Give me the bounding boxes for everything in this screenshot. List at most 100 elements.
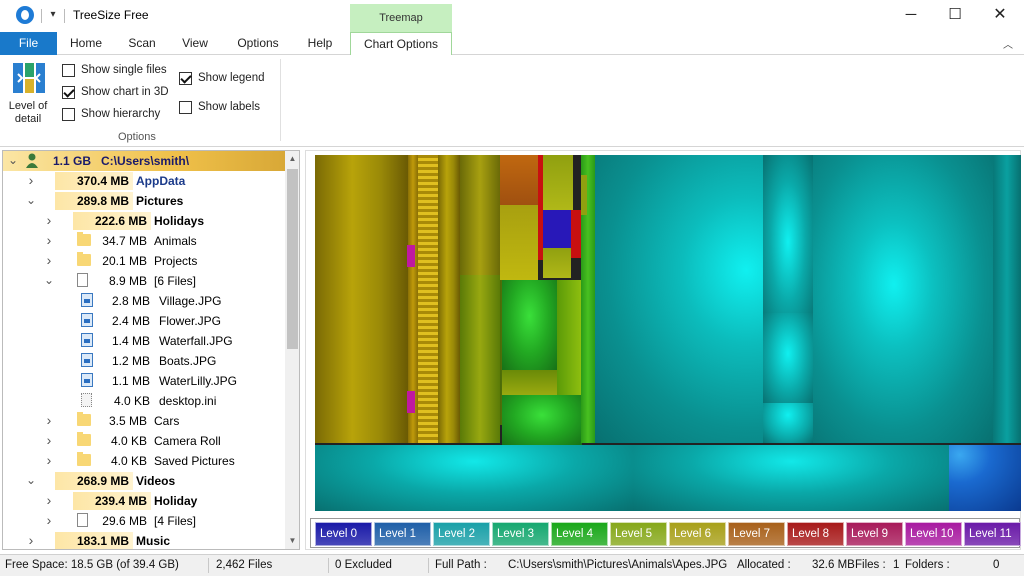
quick-access-dropdown-icon[interactable]: ▾ (46, 6, 60, 24)
scroll-up-icon[interactable]: ▲ (285, 151, 299, 167)
checkbox-box[interactable] (62, 86, 75, 99)
treemap-cell-yellow[interactable] (438, 155, 460, 325)
treemap-cell-cyan[interactable] (993, 155, 1021, 443)
treemap-cell-yellow[interactable] (500, 205, 538, 280)
tree-scrollbar[interactable]: ▲ ▼ (285, 151, 299, 549)
treemap-cell-files[interactable] (418, 155, 438, 443)
treemap-cell-yellow[interactable] (543, 155, 573, 210)
collapse-chevron-icon[interactable]: ⌄ (25, 474, 37, 486)
expand-chevron-icon[interactable]: › (25, 173, 37, 187)
treemap-cell-cyan[interactable] (633, 445, 949, 511)
legend-item: Level 11 (964, 522, 1021, 546)
treemap-cell-yellow-green[interactable] (557, 280, 582, 395)
expand-chevron-icon[interactable]: › (43, 433, 55, 447)
tree-item-size: 2.4 MB (111, 314, 150, 328)
tab-chart-options[interactable]: Chart Options (350, 32, 452, 56)
tree-item-name: Music (136, 534, 171, 548)
treemap-cell-red[interactable] (571, 210, 581, 258)
treemap-cell-cyan[interactable] (315, 445, 633, 511)
tree-row[interactable]: ⌄ 289.8 MB Pictures (3, 191, 285, 211)
collapse-chevron-icon[interactable]: ⌄ (43, 274, 55, 286)
tree-item-size: 8.9 MB (108, 274, 147, 288)
show-labels-checkbox[interactable]: Show labels (179, 99, 275, 117)
tab-file[interactable]: File (0, 32, 57, 55)
tree-row[interactable]: › 34.7 MB Animals (3, 231, 285, 251)
expand-chevron-icon[interactable]: › (25, 533, 37, 547)
image-file-icon (81, 333, 93, 347)
treemap-cell-orange[interactable] (500, 155, 538, 205)
treesize-app-icon[interactable] (16, 6, 34, 24)
treemap-cell-cyan[interactable] (763, 403, 813, 443)
tab-view[interactable]: View (172, 32, 218, 55)
checkbox-box[interactable] (179, 101, 192, 114)
treemap-cell-cyan[interactable] (763, 313, 813, 403)
checkbox-box[interactable] (62, 108, 75, 121)
expand-chevron-icon[interactable]: › (43, 493, 55, 507)
tree-row[interactable]: 1.1 MB WaterLilly.JPG (3, 371, 285, 391)
show-chart-3d-checkbox[interactable]: Show chart in 3D (62, 84, 174, 102)
expand-chevron-icon[interactable]: › (43, 253, 55, 267)
show-legend-checkbox[interactable]: Show legend (179, 70, 275, 88)
tree-row[interactable]: › 222.6 MB Holidays (3, 211, 285, 231)
treemap-cell-yellow[interactable] (460, 155, 500, 275)
tree-row[interactable]: › 239.4 MB Holiday (3, 491, 285, 511)
tab-options[interactable]: Options (228, 32, 288, 55)
treemap-cell-magenta[interactable] (407, 391, 415, 413)
treemap-cell-yellow-green[interactable] (502, 370, 557, 395)
tree-row[interactable]: 1.4 MB Waterfall.JPG (3, 331, 285, 351)
folder-tree[interactable]: ⌄ 1.1 GB C:\Users\smith\ › 370.4 MB AppData ⌄ 2… (2, 150, 300, 550)
tree-row[interactable]: › 4.0 KB Camera Roll (3, 431, 285, 451)
treemap-cell-green[interactable] (502, 395, 582, 445)
level-of-detail-button[interactable]: Level of detail (4, 59, 52, 129)
treemap-cell-blue[interactable] (949, 445, 1021, 511)
tree-item-size: 370.4 MB (76, 174, 129, 188)
expand-chevron-icon[interactable]: › (43, 453, 55, 467)
expand-chevron-icon[interactable]: › (43, 513, 55, 527)
collapse-chevron-icon[interactable]: ⌄ (25, 194, 37, 206)
minimize-button[interactable]: ─ (888, 0, 934, 30)
tree-row[interactable]: ⌄ 1.1 GB C:\Users\smith\ (3, 151, 285, 171)
tree-row[interactable]: › 183.1 MB Music (3, 531, 285, 549)
show-single-files-label: Show single files (81, 64, 167, 76)
tab-scan[interactable]: Scan (118, 32, 166, 55)
tree-row[interactable]: 1.2 MB Boats.JPG (3, 351, 285, 371)
checkbox-box[interactable] (62, 64, 75, 77)
tree-row[interactable]: › 370.4 MB AppData (3, 171, 285, 191)
treemap-cell-cyan[interactable] (813, 155, 993, 443)
treemap-cell-yellow[interactable] (543, 248, 571, 278)
tree-row[interactable]: › 4.0 KB Saved Pictures (3, 451, 285, 471)
tree-row[interactable]: › 20.1 MB Projects (3, 251, 285, 271)
tree-row[interactable]: ⌄ 268.9 MB Videos (3, 471, 285, 491)
status-separator (208, 558, 209, 573)
treemap-cell-cyan[interactable] (763, 155, 813, 313)
ribbon-collapse-icon[interactable]: ︿ (1003, 36, 1013, 51)
treemap-cell-green[interactable] (502, 280, 557, 370)
expand-chevron-icon[interactable]: › (43, 413, 55, 427)
tree-row[interactable]: 4.0 KB desktop.ini (3, 391, 285, 411)
treemap-cell-yellow[interactable] (581, 175, 587, 215)
checkbox-box[interactable] (179, 72, 192, 85)
tree-row[interactable]: 2.8 MB Village.JPG (3, 291, 285, 311)
treemap-cell-yellow[interactable] (438, 325, 460, 443)
tree-row[interactable]: › 29.6 MB [4 Files] (3, 511, 285, 531)
treemap-cell-yellow[interactable] (315, 155, 408, 300)
close-button[interactable]: ✕ (977, 0, 1023, 30)
tab-home[interactable]: Home (60, 32, 112, 55)
treemap-chart[interactable] (315, 155, 1021, 511)
show-single-files-checkbox[interactable]: Show single files (62, 62, 174, 80)
tree-row[interactable]: ⌄ 8.9 MB [6 Files] (3, 271, 285, 291)
treemap-cell-blue[interactable] (543, 210, 571, 248)
tree-row[interactable]: 2.4 MB Flower.JPG (3, 311, 285, 331)
tree-row[interactable]: › 3.5 MB Cars (3, 411, 285, 431)
scroll-down-icon[interactable]: ▼ (285, 533, 299, 549)
expand-chevron-icon[interactable]: › (43, 213, 55, 227)
treemap-cell-yellow-green[interactable] (460, 275, 500, 443)
tab-help[interactable]: Help (298, 32, 342, 55)
scrollbar-thumb[interactable] (287, 169, 298, 349)
show-hierarchy-checkbox[interactable]: Show hierarchy (62, 106, 174, 124)
maximize-button[interactable]: ☐ (932, 0, 978, 30)
treemap-cell-magenta[interactable] (407, 245, 415, 267)
collapse-chevron-icon[interactable]: ⌄ (7, 154, 19, 166)
expand-chevron-icon[interactable]: › (43, 233, 55, 247)
treemap-cell-yellow[interactable] (315, 300, 408, 443)
